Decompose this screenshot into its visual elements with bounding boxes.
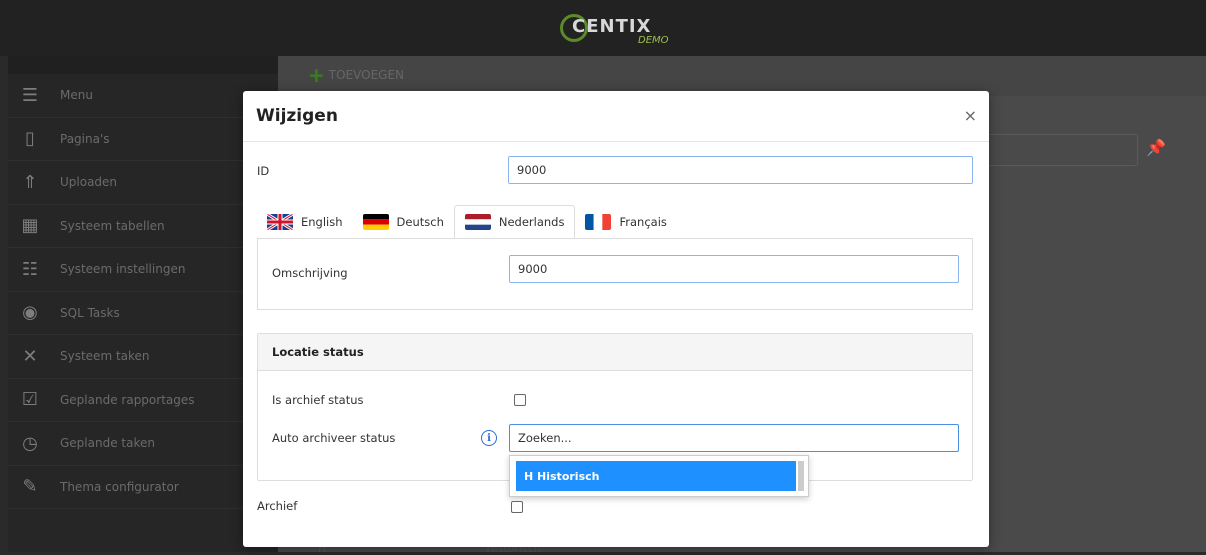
id-input[interactable]: 9000 [508, 156, 973, 184]
sidebar-item-label: Systeem taken [60, 349, 150, 364]
sidebar-item-label: Systeem instellingen [60, 262, 186, 277]
upload-icon: ⇑ [22, 171, 38, 193]
background-filter-input[interactable] [968, 134, 1138, 166]
sidebar-item-label: Systeem tabellen [60, 218, 165, 233]
nl-flag-icon [464, 214, 491, 230]
sidebar-item-label: Geplande rapportages [60, 392, 195, 407]
sidebar-item-geplande-rapportages[interactable]: ☑ Geplande rapportages [8, 379, 278, 422]
dropdown-option[interactable]: H Historisch [516, 461, 796, 491]
tab-label: Français [619, 215, 667, 229]
brush-icon: ✎ [22, 476, 38, 498]
info-icon[interactable]: i [481, 430, 497, 446]
stopwatch-icon: ◷ [22, 432, 38, 454]
sidebar-item-label: Geplande taken [60, 436, 155, 451]
sidebar-item-label: Thema configurator [60, 479, 179, 494]
language-tabs: English Deutsch Nederlands Français [257, 205, 677, 239]
pin-icon[interactable]: 📌 [1146, 138, 1166, 157]
tab-panel: Omschrijving 9000 [257, 238, 973, 310]
id-label: ID [257, 164, 270, 178]
sidebar-item-paginas[interactable]: ▯ Pagina's [8, 118, 278, 161]
close-icon[interactable]: × [964, 106, 977, 125]
sidebar-item-systeem-instellingen[interactable]: ☷ Systeem instellingen [8, 248, 278, 292]
de-flag-icon [362, 214, 389, 230]
sidebar-item-sql-tasks[interactable]: ◉ SQL Tasks [8, 292, 278, 335]
sidebar-item-uploaden[interactable]: ⇑ Uploaden [8, 161, 278, 205]
add-button-label: TOEVOEGEN [328, 68, 405, 82]
tab-deutsch[interactable]: Deutsch [353, 205, 454, 239]
logo-subtext: DEMO [638, 35, 669, 46]
tab-label: English [301, 215, 343, 229]
calendar-check-icon: ☑ [21, 389, 39, 411]
database-icon: ◉ [22, 302, 38, 324]
section-header: Locatie status [258, 334, 972, 371]
edit-modal: Wijzigen × ID 9000 English Deutsch Neder… [243, 91, 989, 547]
omschrijving-label: Omschrijving [272, 266, 348, 280]
tools-icon: ✕ [22, 345, 38, 367]
modal-header: Wijzigen × [243, 91, 989, 142]
uk-flag-icon [267, 214, 293, 230]
sidebar-item-label: Menu [60, 88, 93, 103]
tab-label: Nederlands [498, 215, 565, 229]
add-button[interactable]: + TOEVOEGEN [308, 63, 405, 87]
table-icon: ▦ [21, 215, 39, 237]
hamburger-icon: ☰ [21, 84, 39, 106]
sidebar-item-label: Pagina's [60, 131, 110, 146]
sidebar-item-label: Uploaden [60, 175, 118, 190]
top-bar: CENTIX DEMO [0, 0, 1206, 56]
omschrijving-input[interactable]: 9000 [509, 255, 959, 283]
fr-flag-icon [585, 214, 612, 230]
tab-francais[interactable]: Français [575, 205, 676, 239]
sidebar: ☰ Menu ▯ Pagina's ⇑ Uploaden ▦ Systeem t… [8, 56, 278, 552]
modal-title: Wijzigen [256, 106, 338, 126]
archief-checkbox[interactable] [511, 501, 523, 513]
sidebar-item-thema-configurator[interactable]: ✎ Thema configurator [8, 466, 278, 509]
tab-nederlands[interactable]: Nederlands [453, 205, 576, 239]
archief-status-label: Is archief status [272, 393, 364, 407]
auto-archiveer-dropdown: H Historisch [509, 455, 809, 497]
logo-text: CENTIX [572, 16, 652, 37]
archief-status-checkbox[interactable] [514, 394, 526, 406]
section-title: Locatie status [272, 345, 364, 359]
page-icon: ▯ [25, 128, 35, 150]
tab-label: Deutsch [396, 215, 444, 229]
plus-icon: + [308, 63, 325, 87]
auto-archiveer-label: Auto archiveer status [272, 431, 396, 445]
auto-archiveer-search-input[interactable]: Zoeken... [509, 424, 959, 452]
sidebar-item-geplande-taken[interactable]: ◷ Geplande taken [8, 422, 278, 466]
sidebar-item-systeem-taken[interactable]: ✕ Systeem taken [8, 335, 278, 379]
sidebar-item-systeem-tabellen[interactable]: ▦ Systeem tabellen [8, 205, 278, 248]
sidebar-item-menu[interactable]: ☰ Menu [8, 74, 278, 118]
toolbar: + TOEVOEGEN [278, 56, 1206, 96]
tab-english[interactable]: English [257, 205, 353, 239]
centix-logo[interactable]: CENTIX DEMO [560, 8, 680, 48]
sidebar-item-label: SQL Tasks [60, 305, 120, 320]
archief-label: Archief [257, 499, 298, 513]
sliders-icon: ☷ [21, 258, 39, 280]
dropdown-scrollbar[interactable] [798, 461, 804, 491]
